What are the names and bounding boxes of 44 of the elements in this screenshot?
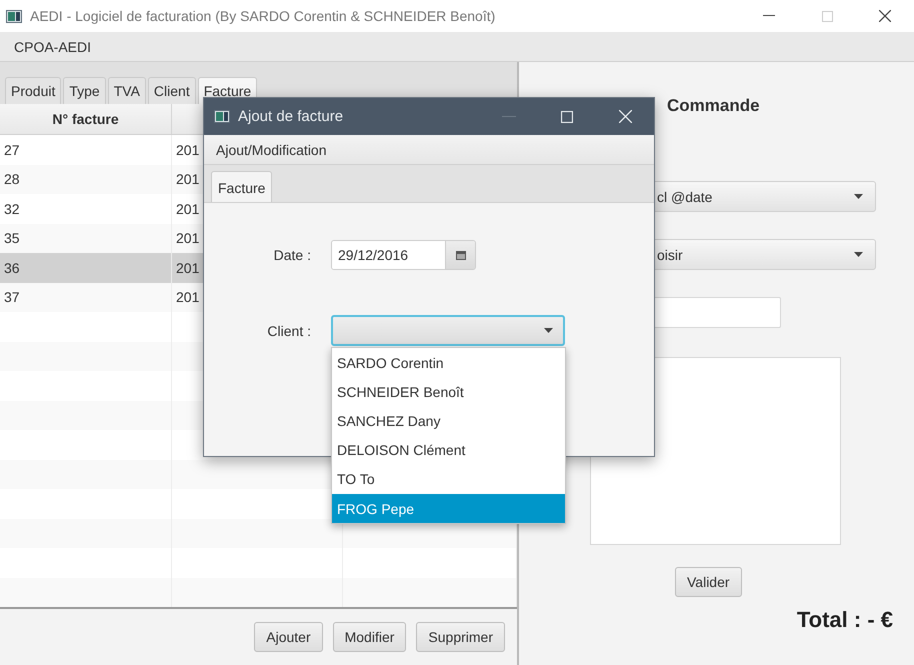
action-button[interactable]: Modifier: [332, 622, 406, 652]
table-cell: 201: [176, 289, 200, 306]
table-cell: 35: [4, 230, 20, 246]
action-button[interactable]: Supprimer: [416, 622, 505, 652]
dialog-title: Ajout de facture: [238, 108, 344, 125]
action-button[interactable]: Ajouter: [254, 622, 323, 652]
minimize-icon[interactable]: [763, 15, 775, 17]
date-picker[interactable]: 29/12/2016: [331, 240, 476, 270]
app-icon: [6, 10, 22, 22]
tab[interactable]: Facture: [211, 171, 272, 202]
validate-button[interactable]: Valider: [675, 567, 742, 597]
table-cell: 201: [176, 171, 200, 188]
table-cell: 27: [4, 142, 20, 158]
dropdown-option[interactable]: DELOISON Clément: [332, 436, 565, 465]
client-combo-box[interactable]: [331, 315, 565, 346]
dropdown-option[interactable]: SCHNEIDER Benoît: [332, 377, 565, 406]
calendar-icon: [456, 250, 466, 260]
tab[interactable]: Client: [148, 77, 196, 104]
dropdown-arrow-icon: [544, 328, 553, 333]
window-title: AEDI - Logiciel de facturation (By SARDO Corentin & SCHNEIDER Benoît): [30, 8, 496, 24]
tab[interactable]: Type: [63, 77, 106, 104]
table-cell: 201: [176, 260, 200, 276]
table-cell: 28: [4, 171, 20, 188]
close-icon[interactable]: [879, 10, 891, 22]
tab[interactable]: TVA: [108, 77, 146, 104]
panel-title: Commande: [667, 96, 761, 117]
client-label: Client :: [266, 322, 311, 338]
table-cell: 32: [4, 200, 20, 217]
column-header[interactable]: N° facture: [0, 104, 172, 134]
table-cell: 201: [176, 200, 200, 217]
dropdown-option[interactable]: SARDO Corentin: [332, 348, 565, 378]
date-label: Date :: [272, 247, 311, 263]
dropdown-arrow-icon: [854, 252, 863, 257]
dialog-icon: [214, 110, 230, 123]
table-cell: 37: [4, 289, 20, 306]
table-cell: 201: [176, 230, 200, 246]
table-cell: 201: [176, 142, 200, 158]
tab[interactable]: Produit: [5, 77, 62, 104]
menu-item[interactable]: CPOA-AEDI: [6, 34, 100, 58]
dropdown-option[interactable]: TO To: [332, 464, 565, 494]
table-cell: 36: [4, 260, 20, 276]
total-label: Total : - €: [796, 607, 893, 633]
dropdown-arrow-icon: [854, 194, 863, 199]
dropdown-option[interactable]: SANCHEZ Dany: [332, 406, 565, 436]
